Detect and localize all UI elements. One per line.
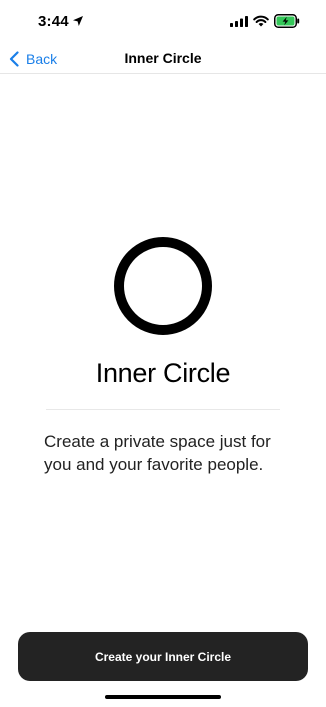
status-bar: 3:44 [0,0,326,44]
location-arrow-icon [73,16,83,26]
circle-logo-icon [114,237,212,335]
status-time: 3:44 [38,13,69,30]
hero-description: Create a private space just for you and … [44,432,271,474]
navigation-bar: Back Inner Circle [0,44,326,74]
cellular-signal-icon [230,16,248,27]
wifi-icon [253,15,269,27]
battery-charging-icon [274,14,300,28]
create-inner-circle-button[interactable]: Create your Inner Circle [18,632,308,681]
page-title: Inner Circle [124,50,202,66]
divider [46,409,280,410]
hero-title: Inner Circle [95,358,231,388]
home-indicator[interactable] [105,695,221,699]
